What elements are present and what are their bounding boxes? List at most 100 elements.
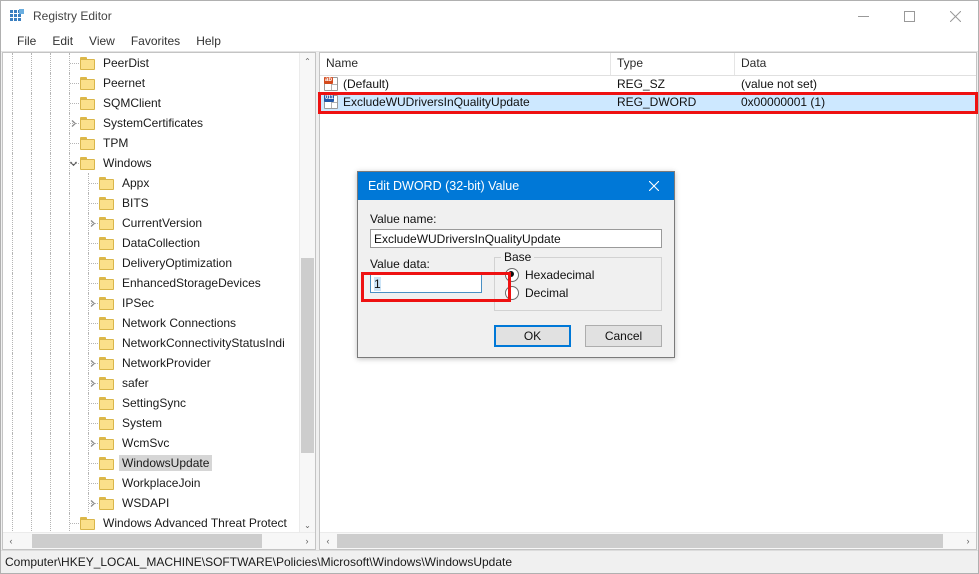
radio-hexadecimal-icon[interactable] — [505, 268, 519, 282]
folder-icon — [99, 316, 115, 330]
tree-node[interactable]: Windows Advanced Threat Protect — [3, 513, 300, 533]
values-hscroll-thumb[interactable] — [337, 534, 943, 548]
menu-view[interactable]: View — [81, 32, 123, 50]
tree-node-label: SQMClient — [103, 96, 162, 110]
tree-node-label: SettingSync — [122, 396, 187, 410]
scroll-down-arrow[interactable]: ⌄ — [300, 517, 315, 533]
value-data-cell: 0x00000001 (1) — [741, 95, 826, 109]
menu-edit[interactable]: Edit — [44, 32, 81, 50]
base-column: Base Hexadecimal Decimal OK Cancel — [494, 250, 662, 347]
tree-node[interactable]: WorkplaceJoin — [3, 473, 300, 493]
maximize-button[interactable] — [886, 1, 932, 31]
menu-help[interactable]: Help — [188, 32, 229, 50]
value-name-cell: ab (Default) — [320, 77, 611, 91]
dialog-close-icon[interactable] — [634, 172, 674, 200]
scroll-up-arrow[interactable]: ⌃ — [300, 53, 315, 69]
value-data-label: Value data: — [370, 257, 430, 271]
radio-decimal-label: Decimal — [525, 286, 569, 300]
tree-node-label: DeliveryOptimization — [122, 256, 233, 270]
tree-node[interactable]: System — [3, 413, 300, 433]
tree-node[interactable]: WSDAPI — [3, 493, 300, 513]
values-scroll-left-arrow[interactable]: ‹ — [320, 533, 336, 549]
folder-icon — [99, 196, 115, 210]
dialog-body: Value name: ExcludeWUDriversInQualityUpd… — [358, 200, 674, 357]
tree-node[interactable]: WindowsUpdate — [3, 453, 300, 473]
menu-favorites[interactable]: Favorites — [123, 32, 188, 50]
registry-editor-window: Registry Editor File Edit View Favorites… — [0, 0, 979, 574]
radio-hexadecimal[interactable]: Hexadecimal — [505, 266, 653, 284]
tree-node[interactable]: BITS — [3, 193, 300, 213]
values-scroll-right-arrow[interactable]: › — [960, 533, 976, 549]
value-name-input[interactable]: ExcludeWUDriversInQualityUpdate — [370, 229, 662, 248]
tree-vertical-scrollbar[interactable]: ⌃ ⌄ — [299, 53, 315, 533]
folder-icon — [80, 96, 96, 110]
menu-file[interactable]: File — [9, 32, 44, 50]
tree-node-label: Appx — [122, 176, 150, 190]
ok-button[interactable]: OK — [494, 325, 571, 347]
minimize-button[interactable] — [840, 1, 886, 31]
value-data-column: Value data: 1 — [370, 257, 482, 347]
cancel-button[interactable]: Cancel — [585, 325, 662, 347]
value-name-text: (Default) — [343, 77, 390, 91]
folder-icon — [80, 136, 96, 150]
column-header-name[interactable]: Name — [320, 53, 611, 75]
tree-node[interactable]: Peernet — [3, 73, 300, 93]
tree-node[interactable]: SettingSync — [3, 393, 300, 413]
dialog-title-bar: Edit DWORD (32-bit) Value — [358, 172, 674, 200]
folder-icon — [99, 376, 115, 390]
folder-icon — [99, 276, 115, 290]
tree-node[interactable]: DeliveryOptimization — [3, 253, 300, 273]
tree-node[interactable]: SQMClient — [3, 93, 300, 113]
tree-node[interactable]: Network Connections — [3, 313, 300, 333]
tree-node[interactable]: safer — [3, 373, 300, 393]
value-name-text: ExcludeWUDriversInQualityUpdate — [343, 95, 530, 109]
tree-node[interactable]: NetworkProvider — [3, 353, 300, 373]
value-type-cell: REG_SZ — [617, 77, 666, 91]
tree-node[interactable]: EnhancedStorageDevices — [3, 273, 300, 293]
tree-node-label: WSDAPI — [122, 496, 170, 510]
radio-decimal-icon[interactable] — [505, 286, 519, 300]
value-type-cell: REG_DWORD — [617, 95, 697, 109]
tree-horizontal-scrollbar[interactable]: ‹ › — [3, 532, 315, 549]
scroll-right-arrow[interactable]: › — [299, 533, 315, 549]
tree-node[interactable]: TPM — [3, 133, 300, 153]
folder-icon — [80, 156, 96, 170]
radio-hexadecimal-label: Hexadecimal — [525, 268, 595, 282]
tree-node-label: Peernet — [103, 76, 146, 90]
dialog-middle-row: Value data: 1 Base Hexadecimal Decimal O… — [370, 250, 662, 347]
tree-hscroll-thumb[interactable] — [32, 534, 262, 548]
tree-scroll-thumb[interactable] — [301, 258, 314, 453]
value-data-input[interactable]: 1 — [370, 274, 482, 293]
values-horizontal-scrollbar[interactable]: ‹ › — [320, 532, 976, 549]
column-header-data[interactable]: Data — [735, 53, 976, 75]
tree-node-label: BITS — [122, 196, 149, 210]
scroll-left-arrow[interactable]: ‹ — [3, 533, 19, 549]
table-row[interactable]: 011 ExcludeWUDriversInQualityUpdate REG_DW… — [320, 93, 976, 111]
table-row[interactable]: ab (Default) REG_SZ (value not set) — [320, 75, 976, 93]
registry-tree[interactable]: PeerDist Peernet SQMClient SystemCertificat… — [3, 53, 300, 533]
column-header-type[interactable]: Type — [611, 53, 735, 75]
tree-node[interactable]: Windows — [3, 153, 300, 173]
tree-node[interactable]: IPSec — [3, 293, 300, 313]
tree-node[interactable]: Appx — [3, 173, 300, 193]
folder-icon — [99, 396, 115, 410]
value-data-text: 1 — [374, 276, 381, 291]
folder-icon — [99, 356, 115, 370]
menu-bar: File Edit View Favorites Help — [1, 31, 978, 52]
tree-node[interactable]: NetworkConnectivityStatusIndi — [3, 333, 300, 353]
tree-node-label: Network Connections — [122, 316, 237, 330]
tree-node[interactable]: CurrentVersion — [3, 213, 300, 233]
tree-node[interactable]: SystemCertificates — [3, 113, 300, 133]
registry-tree-pane: PeerDist Peernet SQMClient SystemCertificat… — [2, 52, 316, 550]
tree-node[interactable]: DataCollection — [3, 233, 300, 253]
radio-decimal[interactable]: Decimal — [505, 284, 653, 302]
window-title: Registry Editor — [33, 9, 112, 23]
folder-icon — [99, 416, 115, 430]
tree-node[interactable]: WcmSvc — [3, 433, 300, 453]
values-column-headers: Name Type Data — [320, 53, 976, 76]
close-button[interactable] — [932, 1, 978, 31]
tree-node[interactable]: PeerDist — [3, 53, 300, 73]
string-value-icon: ab — [324, 77, 338, 91]
tree-node-label: Windows — [103, 156, 152, 170]
folder-icon — [99, 496, 115, 510]
